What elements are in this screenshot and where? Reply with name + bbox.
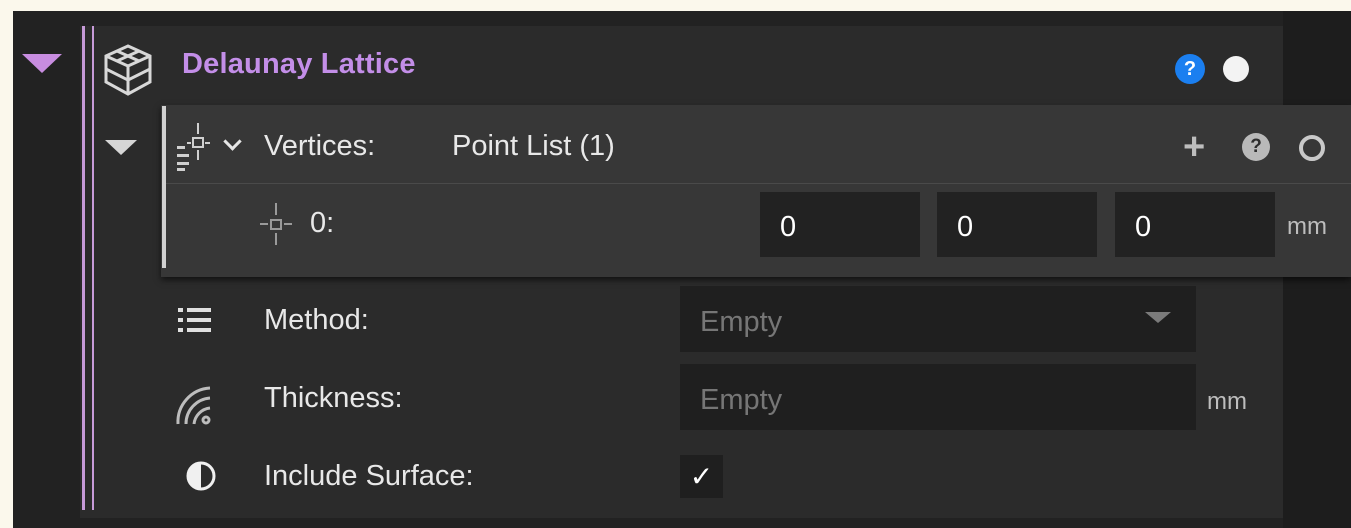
method-select[interactable]: Empty	[680, 286, 1196, 352]
include-surface-checkbox[interactable]: ✓	[680, 455, 723, 498]
list-icon	[178, 308, 211, 332]
vertices-help-button[interactable]: ?	[1242, 133, 1270, 161]
thickness-icon	[176, 386, 211, 425]
thickness-label: Thickness:	[264, 382, 403, 414]
node-help-button[interactable]: ?	[1175, 54, 1205, 84]
method-dropdown-arrow-icon[interactable]	[1145, 312, 1171, 323]
node-outline-inner	[92, 26, 94, 510]
thickness-unit-label: mm	[1207, 388, 1247, 415]
point-list-icon	[177, 123, 210, 171]
point-z-input[interactable]: 0	[1115, 192, 1275, 257]
vertices-value: Point List (1)	[452, 130, 615, 162]
node-outline-left	[82, 26, 85, 510]
point-index-label: 0:	[310, 207, 335, 239]
subpanel-divider	[166, 183, 1351, 184]
lattice-cube-icon	[104, 44, 152, 96]
vertices-label: Vertices:	[264, 130, 376, 162]
node-title: Delaunay Lattice	[182, 48, 416, 80]
point-y-input[interactable]: 0	[937, 192, 1097, 257]
collapse-vertices-icon[interactable]	[105, 140, 137, 155]
include-surface-label: Include Surface:	[264, 460, 474, 492]
contrast-icon	[186, 461, 216, 491]
point-icon	[260, 203, 292, 245]
vertices-status-ring[interactable]	[1299, 135, 1325, 161]
add-point-button[interactable]: +	[1183, 128, 1205, 166]
method-label: Method:	[264, 304, 369, 336]
point-unit-label: mm	[1287, 213, 1327, 240]
collapse-node-icon[interactable]	[22, 54, 62, 73]
point-x-input[interactable]: 0	[760, 192, 920, 257]
node-status-dot[interactable]	[1223, 56, 1249, 82]
subpanel-indicator	[162, 106, 166, 268]
thickness-input[interactable]: Empty	[680, 364, 1196, 430]
